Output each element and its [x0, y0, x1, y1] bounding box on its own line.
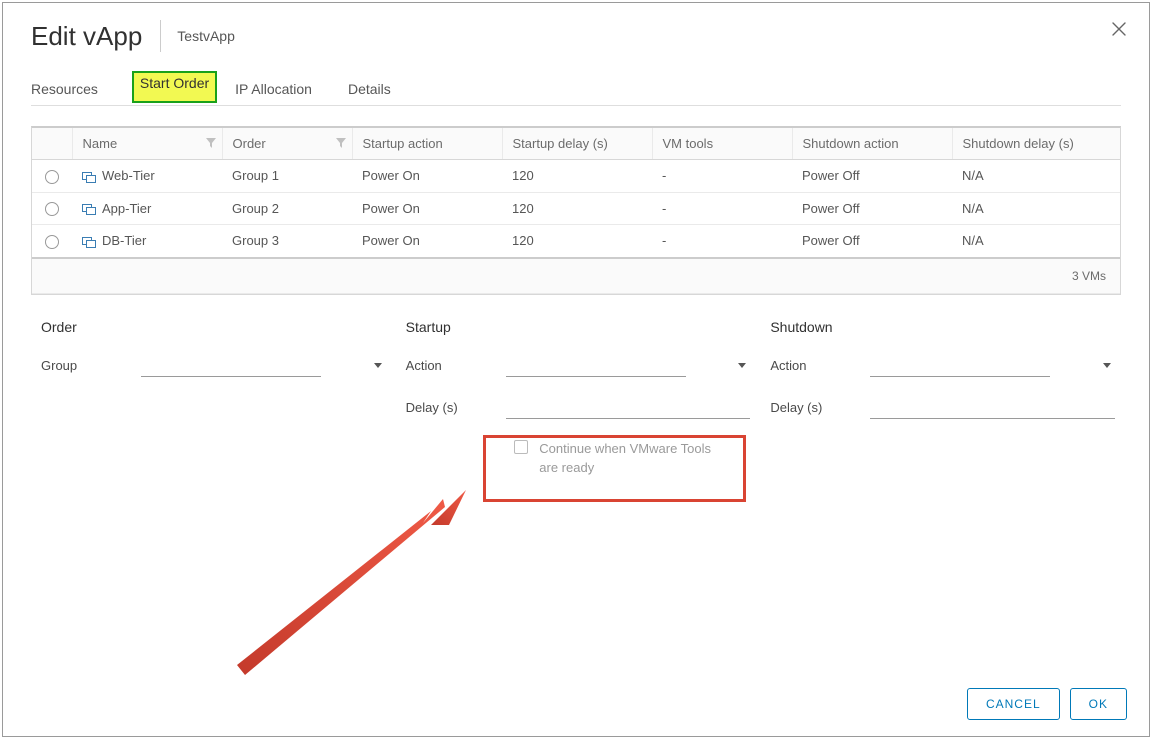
startup-section-head: Startup	[406, 319, 751, 335]
shutdown-action-select[interactable]	[870, 355, 1050, 377]
title-divider	[160, 20, 161, 52]
tab-start-order[interactable]: Start Order	[134, 73, 215, 101]
col-shutdown-action[interactable]: Shutdown action	[792, 128, 952, 160]
shutdown-section: Shutdown Action Delay (s)	[770, 319, 1115, 498]
checkbox-icon[interactable]	[514, 440, 528, 454]
form-area: Order Group Startup Action Delay (s)	[41, 319, 1115, 498]
cell-shutdown-delay: N/A	[952, 192, 1120, 225]
cell-order: Group 3	[222, 225, 352, 258]
cancel-button[interactable]: CANCEL	[967, 688, 1060, 720]
cell-vm-tools: -	[652, 225, 792, 258]
startup-delay-input[interactable]	[506, 397, 751, 419]
order-group-select[interactable]	[141, 355, 321, 377]
table-row[interactable]: App-Tier Group 2Power On120-Power OffN/A	[32, 192, 1120, 225]
table-header-row: Name Order Startup action Startup delay …	[32, 128, 1120, 160]
cell-vm-tools: -	[652, 160, 792, 193]
vm-table: Name Order Startup action Startup delay …	[31, 126, 1121, 295]
vm-icon	[82, 235, 96, 249]
dialog-buttons: CANCEL OK	[967, 688, 1127, 720]
col-startup-delay[interactable]: Startup delay (s)	[502, 128, 652, 160]
cell-shutdown-action: Power Off	[792, 160, 952, 193]
startup-delay-label: Delay (s)	[406, 400, 506, 415]
cell-name: Web-Tier	[102, 168, 155, 183]
tab-details[interactable]: Details	[348, 73, 407, 105]
col-name[interactable]: Name	[72, 128, 222, 160]
cell-startup-action: Power On	[352, 192, 502, 225]
vm-icon	[82, 202, 96, 216]
close-icon[interactable]	[1111, 21, 1127, 40]
vmtools-checkbox-wrap[interactable]: Continue when VMware Tools are ready	[514, 439, 730, 478]
tab-resources[interactable]: Resources	[31, 73, 114, 105]
col-select	[32, 128, 72, 160]
filter-icon[interactable]	[336, 136, 346, 151]
order-group-label: Group	[41, 358, 141, 373]
col-name-label: Name	[83, 136, 118, 151]
cell-order: Group 1	[222, 160, 352, 193]
cell-startup-action: Power On	[352, 160, 502, 193]
row-radio[interactable]	[45, 170, 59, 184]
ok-button[interactable]: OK	[1070, 688, 1127, 720]
cell-startup-delay: 120	[502, 192, 652, 225]
row-radio[interactable]	[45, 235, 59, 249]
cell-shutdown-action: Power Off	[792, 225, 952, 258]
shutdown-delay-label: Delay (s)	[770, 400, 870, 415]
table-footer: 3 VMs	[32, 258, 1120, 294]
col-order[interactable]: Order	[222, 128, 352, 160]
table-row[interactable]: Web-Tier Group 1Power On120-Power OffN/A	[32, 160, 1120, 193]
shutdown-section-head: Shutdown	[770, 319, 1115, 335]
tab-bar: Resources Start Order IP Allocation Deta…	[31, 73, 1121, 106]
startup-action-label: Action	[406, 358, 506, 373]
tab-ip-allocation[interactable]: IP Allocation	[235, 73, 328, 105]
vm-icon	[82, 170, 96, 184]
shutdown-delay-input[interactable]	[870, 397, 1115, 419]
cell-shutdown-delay: N/A	[952, 225, 1120, 258]
dialog-subtitle: TestvApp	[177, 28, 235, 44]
dialog-title: Edit vApp	[31, 21, 160, 52]
cell-name: App-Tier	[102, 201, 151, 216]
cell-startup-delay: 120	[502, 225, 652, 258]
cell-shutdown-delay: N/A	[952, 160, 1120, 193]
vmtools-checkbox-label: Continue when VMware Tools are ready	[539, 439, 729, 478]
row-radio[interactable]	[45, 202, 59, 216]
col-order-label: Order	[233, 136, 266, 151]
shutdown-action-label: Action	[770, 358, 870, 373]
col-shutdown-delay[interactable]: Shutdown delay (s)	[952, 128, 1120, 160]
filter-icon[interactable]	[206, 136, 216, 151]
order-section-head: Order	[41, 319, 386, 335]
order-section: Order Group	[41, 319, 386, 498]
startup-action-select[interactable]	[506, 355, 686, 377]
startup-section: Startup Action Delay (s) Continue when V…	[406, 319, 751, 498]
cell-shutdown-action: Power Off	[792, 192, 952, 225]
cell-order: Group 2	[222, 192, 352, 225]
table-row[interactable]: DB-Tier Group 3Power On120-Power OffN/A	[32, 225, 1120, 258]
col-startup-action[interactable]: Startup action	[352, 128, 502, 160]
col-vm-tools[interactable]: VM tools	[652, 128, 792, 160]
dialog-header: Edit vApp TestvApp	[3, 3, 1149, 59]
cell-startup-delay: 120	[502, 160, 652, 193]
cell-name: DB-Tier	[102, 233, 146, 248]
edit-vapp-dialog: Edit vApp TestvApp Resources Start Order…	[2, 2, 1150, 737]
cell-vm-tools: -	[652, 192, 792, 225]
cell-startup-action: Power On	[352, 225, 502, 258]
